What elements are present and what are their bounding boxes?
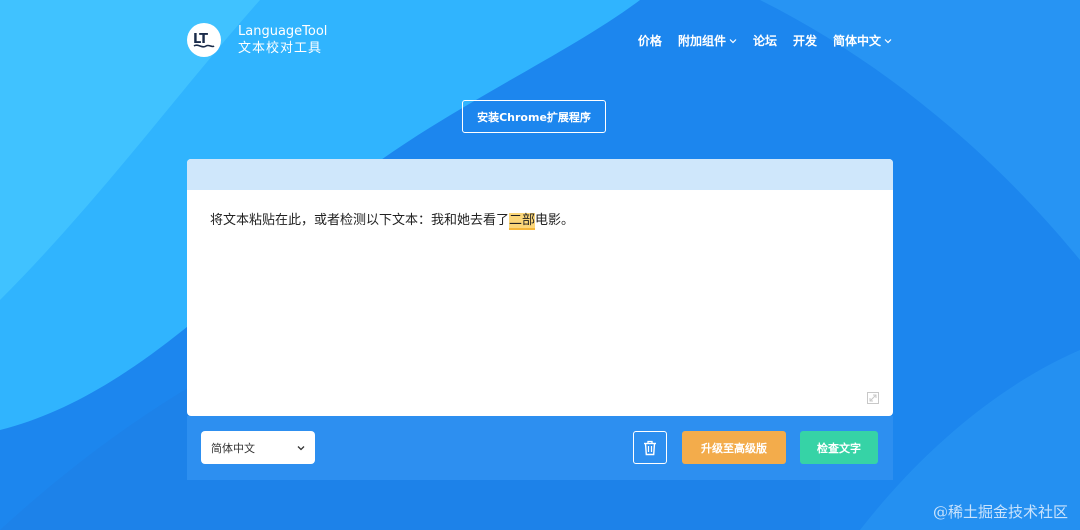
- clear-text-button[interactable]: [633, 431, 667, 464]
- watermark: @稀土掘金技术社区: [932, 503, 1068, 521]
- chevron-down-icon: [884, 39, 892, 44]
- upgrade-premium-button[interactable]: 升级至高级版: [682, 431, 786, 464]
- language-select-value: 简体中文: [211, 441, 255, 455]
- expand-icon[interactable]: [867, 392, 879, 404]
- nav-item-label: 简体中文: [832, 34, 881, 48]
- nav-item-language[interactable]: 简体中文: [833, 33, 892, 49]
- nav-item-label: 附加组件: [677, 34, 726, 48]
- editor-text[interactable]: 将文本粘贴在此，或者检测以下文本：我和她去看了二部电影。: [210, 212, 574, 230]
- brand-name: LanguageTool: [238, 24, 328, 39]
- top-nav: 价格 附加组件 论坛 开发 简体中文: [638, 33, 892, 49]
- bottom-toolbar: 简体中文 升级至高级版 检查文字: [187, 416, 893, 480]
- trash-icon: [644, 440, 656, 455]
- chevron-down-icon: [297, 445, 305, 450]
- logo-icon: LT: [193, 32, 215, 48]
- install-chrome-extension-button[interactable]: 安装Chrome扩展程序: [462, 100, 606, 133]
- chevron-down-icon: [729, 39, 737, 44]
- editor-toolbar: [187, 159, 893, 190]
- nav-item-forum[interactable]: 论坛: [753, 33, 777, 49]
- editor-text-before: 将文本粘贴在此，或者检测以下文本：我和她去看了: [210, 213, 510, 228]
- editor-text-after: 电影。: [535, 213, 575, 228]
- check-text-button[interactable]: 检查文字: [800, 431, 878, 464]
- language-select[interactable]: 简体中文: [201, 431, 315, 464]
- logo[interactable]: LT: [187, 23, 221, 57]
- nav-item-pricing[interactable]: 价格: [638, 33, 662, 49]
- nav-item-label: 论坛: [752, 34, 777, 48]
- error-highlight[interactable]: 二部: [509, 213, 536, 230]
- nav-item-label: 开发: [792, 34, 817, 48]
- brand-subtitle: 文本校对工具: [238, 41, 323, 56]
- nav-item-addons[interactable]: 附加组件: [678, 33, 737, 49]
- text-editor[interactable]: 将文本粘贴在此，或者检测以下文本：我和她去看了二部电影。: [187, 159, 893, 416]
- nav-item-develop[interactable]: 开发: [793, 33, 817, 49]
- nav-item-label: 价格: [637, 34, 662, 48]
